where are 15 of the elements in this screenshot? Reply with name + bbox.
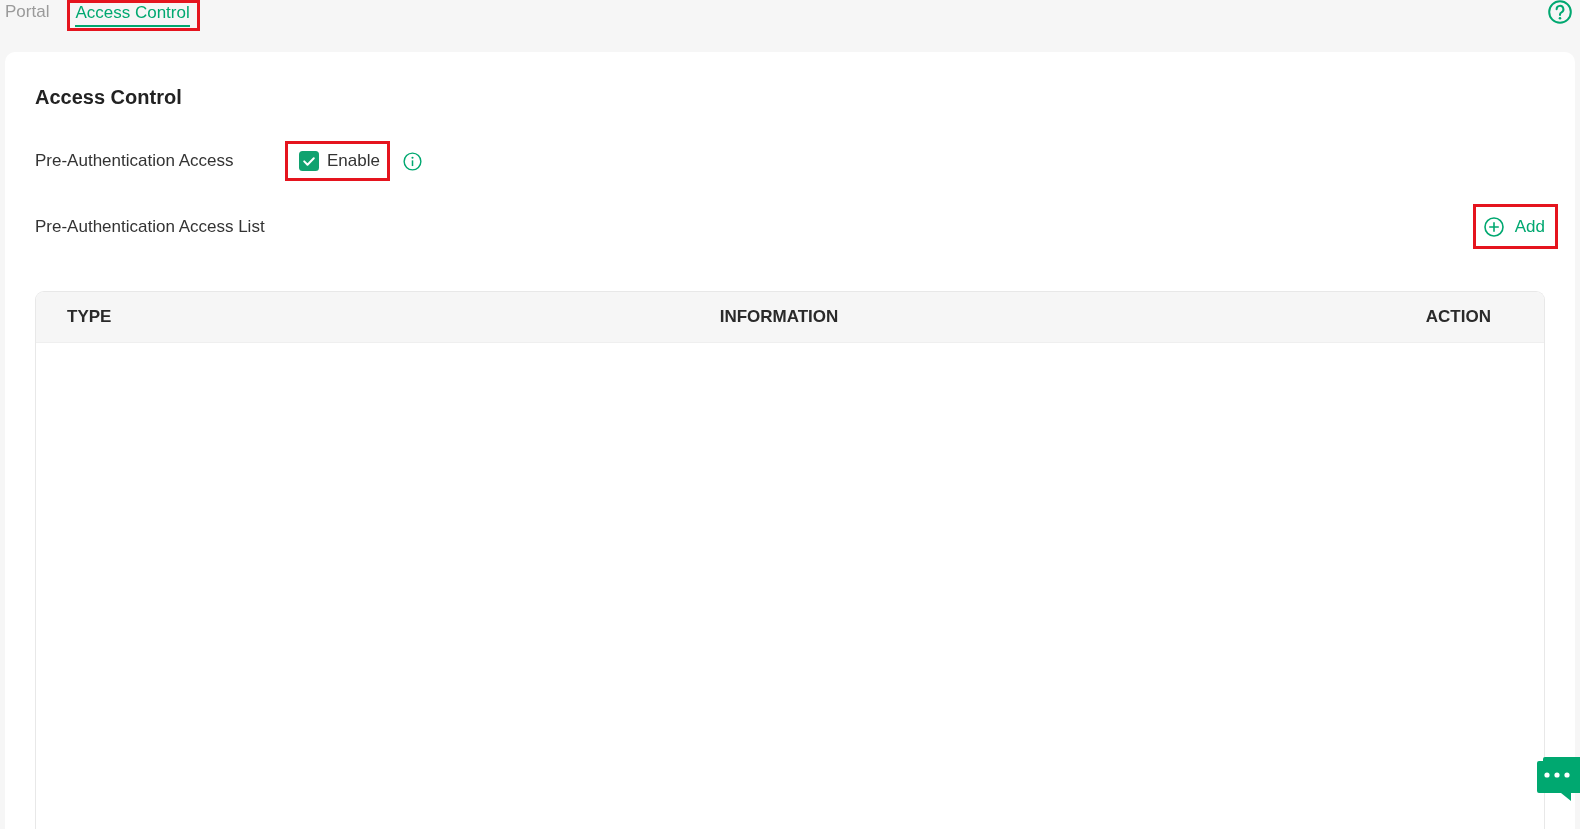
info-icon[interactable]	[402, 151, 422, 171]
plus-circle-icon	[1483, 216, 1504, 237]
tab[interactable]: Portal	[5, 2, 50, 26]
tab[interactable]: Access Control	[75, 3, 190, 27]
checkbox[interactable]	[299, 151, 319, 171]
help-icon[interactable]	[1548, 0, 1572, 24]
field-label: Pre-Authentication Access	[35, 151, 235, 171]
checkbox-label[interactable]: Enable	[327, 151, 380, 171]
chat-icon[interactable]	[1535, 757, 1580, 803]
column-header: INFORMATION	[719, 307, 839, 327]
section-title: Access Control	[35, 85, 182, 109]
column-header: ACTION	[1425, 307, 1491, 327]
add-button[interactable]: Add	[1483, 216, 1545, 237]
section-label: Pre-Authentication Access List	[35, 216, 265, 237]
column-header: TYPE	[67, 307, 112, 327]
